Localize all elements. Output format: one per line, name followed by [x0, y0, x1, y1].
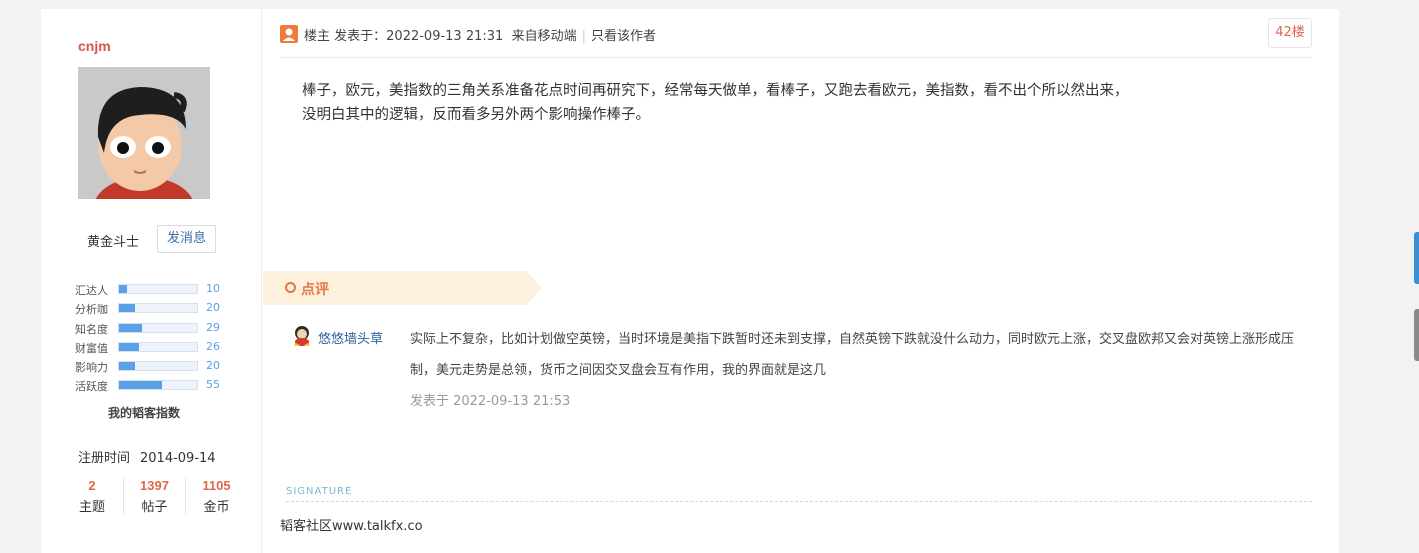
signature-label: SIGNATURE [286, 486, 353, 497]
index-bar [118, 284, 198, 294]
post-content: 棒子，欧元，美指数的三角关系准备花点时间再研究下，经常每天做单，看棒子，又跑去看… [302, 79, 1299, 127]
stat-coins[interactable]: 1105 金币 [185, 478, 247, 515]
meta-divider: | [581, 29, 586, 44]
index-bar-fill [119, 342, 140, 351]
stat-posts[interactable]: 1397 帖子 [123, 478, 185, 515]
index-bar-fill [119, 362, 135, 371]
index-label: 财富值 [75, 341, 108, 355]
stat-number: 1397 [140, 478, 169, 493]
commenter-name[interactable]: 悠悠墙头草 [318, 328, 383, 347]
commenter-avatar-icon[interactable] [291, 324, 313, 346]
signature-divider [286, 501, 1312, 502]
floor-number[interactable]: 42楼 [1268, 18, 1312, 48]
author-username[interactable]: cnjm [78, 38, 111, 54]
index-bar-fill [119, 381, 162, 390]
signature-text: 韬客社区www.talkfx.co [280, 519, 423, 534]
register-info: 注册时间 2014-09-14 [78, 447, 216, 466]
index-bar [118, 380, 198, 391]
only-author-link[interactable]: 只看该作者 [591, 29, 656, 44]
comment-section-header: 点评 [263, 271, 542, 305]
post-meta-line: 楼主 发表于：2022-09-13 21:31 来自移动端 | 只看该作者 [304, 25, 656, 44]
content-line: 棒子，欧元，美指数的三角关系准备花点时间再研究下，经常每天做单，看棒子，又跑去看… [302, 83, 1129, 99]
comment-section-title: 点评 [301, 282, 329, 298]
index-bar [118, 322, 198, 333]
index-bar-fill [119, 304, 135, 313]
index-bar-fill [119, 285, 127, 293]
index-label: 分析咖 [75, 303, 108, 317]
talkfx-index: 汇达人 10 分析咖 20 知名度 29 财富值 26 影响力 20 活跃度 5… [75, 281, 235, 397]
index-label: 汇达人 [75, 284, 108, 297]
index-row: 汇达人 10 [75, 281, 235, 300]
side-float-tab[interactable] [1414, 309, 1419, 361]
index-value: 55 [206, 378, 220, 392]
content-line: 没明白其中的逻辑，反而看多另外两个影响操作棒子。 [302, 107, 650, 123]
comment-time: 发表于 2022-09-13 21:53 [410, 394, 571, 409]
index-title: 我的韬客指数 [108, 406, 181, 420]
host-label: 楼主 [304, 29, 331, 44]
circle-icon [285, 282, 296, 293]
author-profile: cnjm 黄金斗士 发消息 汇达人 10 分析咖 20 知名度 29 财富值 2… [41, 9, 262, 553]
send-message-button[interactable]: 发消息 [157, 225, 216, 253]
index-row: 影响力 20 [75, 358, 235, 377]
register-label: 注册时间 [78, 451, 131, 466]
index-row: 财富值 26 [75, 339, 235, 358]
host-icon [280, 25, 298, 43]
stat-topics[interactable]: 2 主题 [61, 478, 123, 515]
register-date: 2014-09-14 [140, 451, 216, 466]
index-row: 活跃度 55 [75, 377, 235, 396]
index-value: 29 [206, 320, 220, 334]
post-meta: 楼主 发表于：2022-09-13 21:31 来自移动端 | 只看该作者 42楼 [280, 18, 1312, 58]
avatar-image [78, 67, 210, 199]
forum-post: cnjm 黄金斗士 发消息 汇达人 10 分析咖 20 知名度 29 财富值 2… [41, 9, 1339, 553]
index-row: 分析咖 20 [75, 300, 235, 319]
index-value: 20 [206, 301, 220, 315]
index-label: 知名度 [75, 322, 108, 336]
stat-number: 2 [88, 478, 96, 493]
stat-label: 帖子 [141, 500, 168, 515]
index-label: 活跃度 [75, 380, 108, 394]
stat-label: 主题 [78, 500, 105, 515]
author-stats: 2 主题 1397 帖子 1105 金币 [61, 478, 247, 518]
rank-title: 黄金斗士 [87, 235, 140, 250]
stat-number: 1105 [202, 478, 231, 493]
index-bar [118, 361, 198, 372]
index-bar [118, 341, 198, 352]
index-row: 知名度 29 [75, 320, 235, 339]
stat-label: 金币 [203, 500, 230, 515]
header-arrow [526, 271, 542, 305]
post-source: 来自移动端 [511, 29, 577, 44]
index-label: 影响力 [75, 361, 108, 375]
comment-text: 实际上不复杂，比如计划做空英镑，当时环境是美指下跌暂时还未到支撑，自然英镑下跌就… [410, 332, 1295, 378]
post-time: 发表于：2022-09-13 21:31 [334, 29, 504, 44]
side-float-tab[interactable] [1414, 232, 1419, 284]
index-value: 10 [206, 282, 220, 295]
index-value: 26 [206, 339, 220, 353]
index-value: 20 [206, 359, 220, 373]
post-main: 楼主 发表于：2022-09-13 21:31 来自移动端 | 只看该作者 42楼 … [263, 9, 1339, 553]
index-bar [118, 303, 198, 314]
index-bar-fill [119, 323, 142, 332]
avatar[interactable] [78, 67, 210, 199]
